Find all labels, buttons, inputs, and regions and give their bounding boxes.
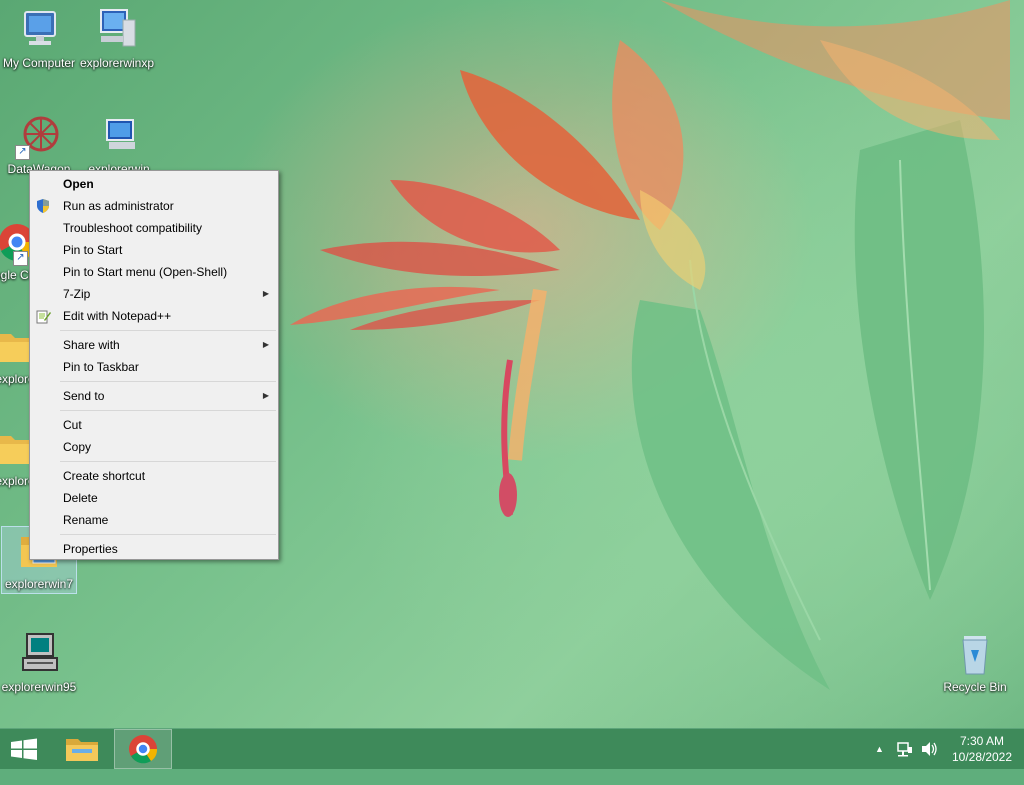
menu-item-create-shortcut[interactable]: Create shortcut	[30, 465, 278, 487]
context-menu: Open Run as administrator Troubleshoot c…	[29, 170, 279, 560]
menu-item-pin-to-start-menu-open-shell[interactable]: Pin to Start menu (Open-Shell)	[30, 261, 278, 283]
volume-icon[interactable]	[920, 729, 938, 769]
menu-item-send-to[interactable]: Send to ▶	[30, 385, 278, 407]
chrome-icon	[129, 735, 158, 764]
computer-icon	[93, 6, 141, 54]
file-explorer-icon	[66, 739, 98, 761]
desktop-icon-explorerwinxp[interactable]: explorerwinxp	[78, 6, 156, 70]
menu-item-pin-to-start[interactable]: Pin to Start	[30, 239, 278, 261]
computer-icon	[15, 630, 63, 678]
recycle-bin-icon	[951, 630, 999, 678]
menu-item-open[interactable]: Open	[30, 173, 278, 195]
clock-date: 10/28/2022	[951, 750, 1013, 764]
menu-item-properties[interactable]: Properties	[30, 538, 278, 560]
start-button[interactable]	[0, 729, 48, 769]
menu-separator	[60, 330, 276, 331]
clock-time: 7:30 AM	[959, 734, 1005, 748]
desktop-icon-label: My Computer	[2, 56, 76, 70]
menu-item-delete[interactable]: Delete	[30, 487, 278, 509]
taskbar-clock[interactable]: 7:30 AM 10/28/2022	[944, 733, 1020, 765]
desktop-icon-my-computer[interactable]: My Computer	[0, 6, 78, 70]
desktop-icon-label: explorerwinxp	[79, 56, 155, 70]
menu-item-rename[interactable]: Rename	[30, 509, 278, 531]
taskbar: ▲ 7:30 AM 10/28/2022	[0, 728, 1024, 769]
desktop-icon-explorerwin95[interactable]: explorerwin95	[0, 630, 78, 694]
menu-item-7-zip[interactable]: 7-Zip ▶	[30, 283, 278, 305]
datawagon-icon: ↗	[15, 112, 63, 160]
network-icon[interactable]	[896, 729, 914, 769]
windows-logo-icon	[11, 738, 37, 760]
show-hidden-icons-button[interactable]: ▲	[875, 729, 884, 769]
taskbar-file-explorer-button[interactable]	[58, 729, 106, 769]
desktop-icon-recycle-bin[interactable]: Recycle Bin	[936, 630, 1014, 694]
computer-icon	[95, 112, 143, 160]
menu-separator	[60, 381, 276, 382]
menu-item-cut[interactable]: Cut	[30, 414, 278, 436]
menu-item-pin-to-taskbar[interactable]: Pin to Taskbar	[30, 356, 278, 378]
submenu-arrow-icon: ▶	[262, 391, 269, 400]
menu-separator	[60, 410, 276, 411]
menu-separator	[60, 461, 276, 462]
menu-item-run-as-administrator[interactable]: Run as administrator	[30, 195, 278, 217]
menu-item-share-with[interactable]: Share with ▶	[30, 334, 278, 356]
menu-separator	[60, 534, 276, 535]
notepad-plus-plus-icon	[35, 308, 51, 324]
submenu-arrow-icon: ▶	[262, 340, 269, 349]
menu-item-troubleshoot-compatibility[interactable]: Troubleshoot compatibility	[30, 217, 278, 239]
uac-shield-icon	[35, 198, 51, 214]
submenu-arrow-icon: ▶	[262, 289, 269, 298]
computer-icon	[15, 6, 63, 54]
shortcut-arrow-icon: ↗	[13, 251, 28, 266]
menu-item-copy[interactable]: Copy	[30, 436, 278, 458]
desktop-icon-label: explorerwin95	[1, 680, 77, 694]
desktop-icon-datawagon[interactable]: ↗ DataWagon	[0, 112, 78, 176]
desktop-icon-label: Recycle Bin	[943, 680, 1007, 694]
menu-item-edit-with-notepad[interactable]: Edit with Notepad++	[30, 305, 278, 327]
desktop-icon-explorerwin[interactable]: explorerwin	[80, 112, 158, 176]
desktop-icon-label: explorerwin7	[4, 577, 74, 591]
shortcut-arrow-icon: ↗	[15, 145, 30, 160]
taskbar-chrome-button[interactable]	[114, 729, 172, 769]
